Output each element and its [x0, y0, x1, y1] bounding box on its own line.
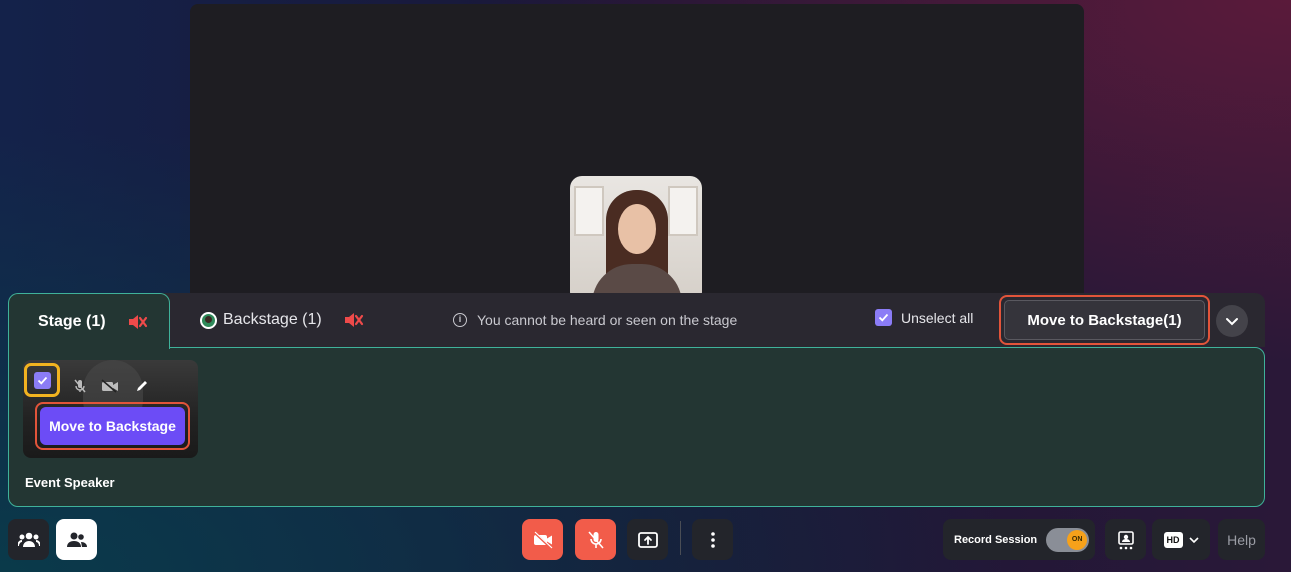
share-screen-button[interactable] [627, 519, 668, 560]
mic-off-icon [587, 530, 604, 549]
tab-stage-label: Stage (1) [38, 312, 106, 330]
tab-backstage[interactable]: Backstage (1) [200, 307, 364, 333]
speaker-video-tile [570, 176, 702, 304]
presenter-icon [1117, 530, 1134, 549]
move-to-backstage-button[interactable]: Move to Backstage [40, 407, 185, 445]
participant-select-checkbox[interactable] [33, 371, 51, 389]
unselect-all-control[interactable]: Unselect all [875, 309, 973, 326]
backstage-avatar [200, 311, 217, 329]
video-off-icon [532, 530, 552, 549]
speaker-muted-icon[interactable] [126, 311, 148, 333]
chevron-down-icon [1188, 536, 1199, 543]
unselect-all-label: Unselect all [901, 309, 974, 326]
record-toggle-state: ON [1067, 529, 1088, 550]
people-icon [66, 532, 87, 547]
mic-toggle-button[interactable] [575, 519, 616, 560]
toolbar-divider [680, 521, 681, 555]
chevron-down-icon [1226, 318, 1238, 326]
record-session-control[interactable]: Record Session ON [943, 519, 1095, 560]
more-options-button[interactable] [692, 519, 733, 560]
help-button[interactable]: Help [1218, 519, 1265, 560]
unselect-all-checkbox[interactable] [875, 309, 892, 326]
hd-badge: HD [1163, 531, 1183, 548]
video-quality-select[interactable]: HD [1152, 519, 1210, 560]
participant-select-highlight[interactable] [24, 363, 60, 397]
notice-text: You cannot be heard or seen on the stage [477, 312, 738, 328]
info-icon: i [453, 313, 467, 327]
audience-button[interactable] [8, 519, 49, 560]
speaker-muted-icon[interactable] [342, 309, 364, 331]
record-toggle[interactable]: ON [1046, 527, 1090, 552]
edit-icon[interactable] [132, 376, 152, 396]
camera-off-icon[interactable] [100, 376, 120, 396]
screen-share-icon [637, 531, 658, 548]
layout-button[interactable] [1105, 519, 1146, 560]
more-vertical-icon [710, 531, 715, 548]
collapse-panel-button[interactable] [1216, 305, 1248, 337]
tile-move-highlight: Move to Backstage [35, 402, 190, 450]
stage-notice: i You cannot be heard or seen on the sta… [453, 312, 737, 328]
mic-off-icon[interactable] [70, 376, 90, 396]
group-icon [17, 532, 40, 547]
move-all-highlight: Move to Backstage(1) [999, 295, 1210, 345]
tab-backstage-label: Backstage (1) [223, 311, 322, 328]
participant-name: Event Speaker [25, 475, 115, 490]
participants-button[interactable] [56, 519, 97, 560]
move-to-backstage-all-button[interactable]: Move to Backstage(1) [1004, 300, 1205, 340]
stage-video-area [190, 4, 1084, 304]
camera-toggle-button[interactable] [522, 519, 563, 560]
record-session-label: Record Session [954, 533, 1038, 546]
tab-stage[interactable]: Stage (1) [8, 293, 170, 349]
